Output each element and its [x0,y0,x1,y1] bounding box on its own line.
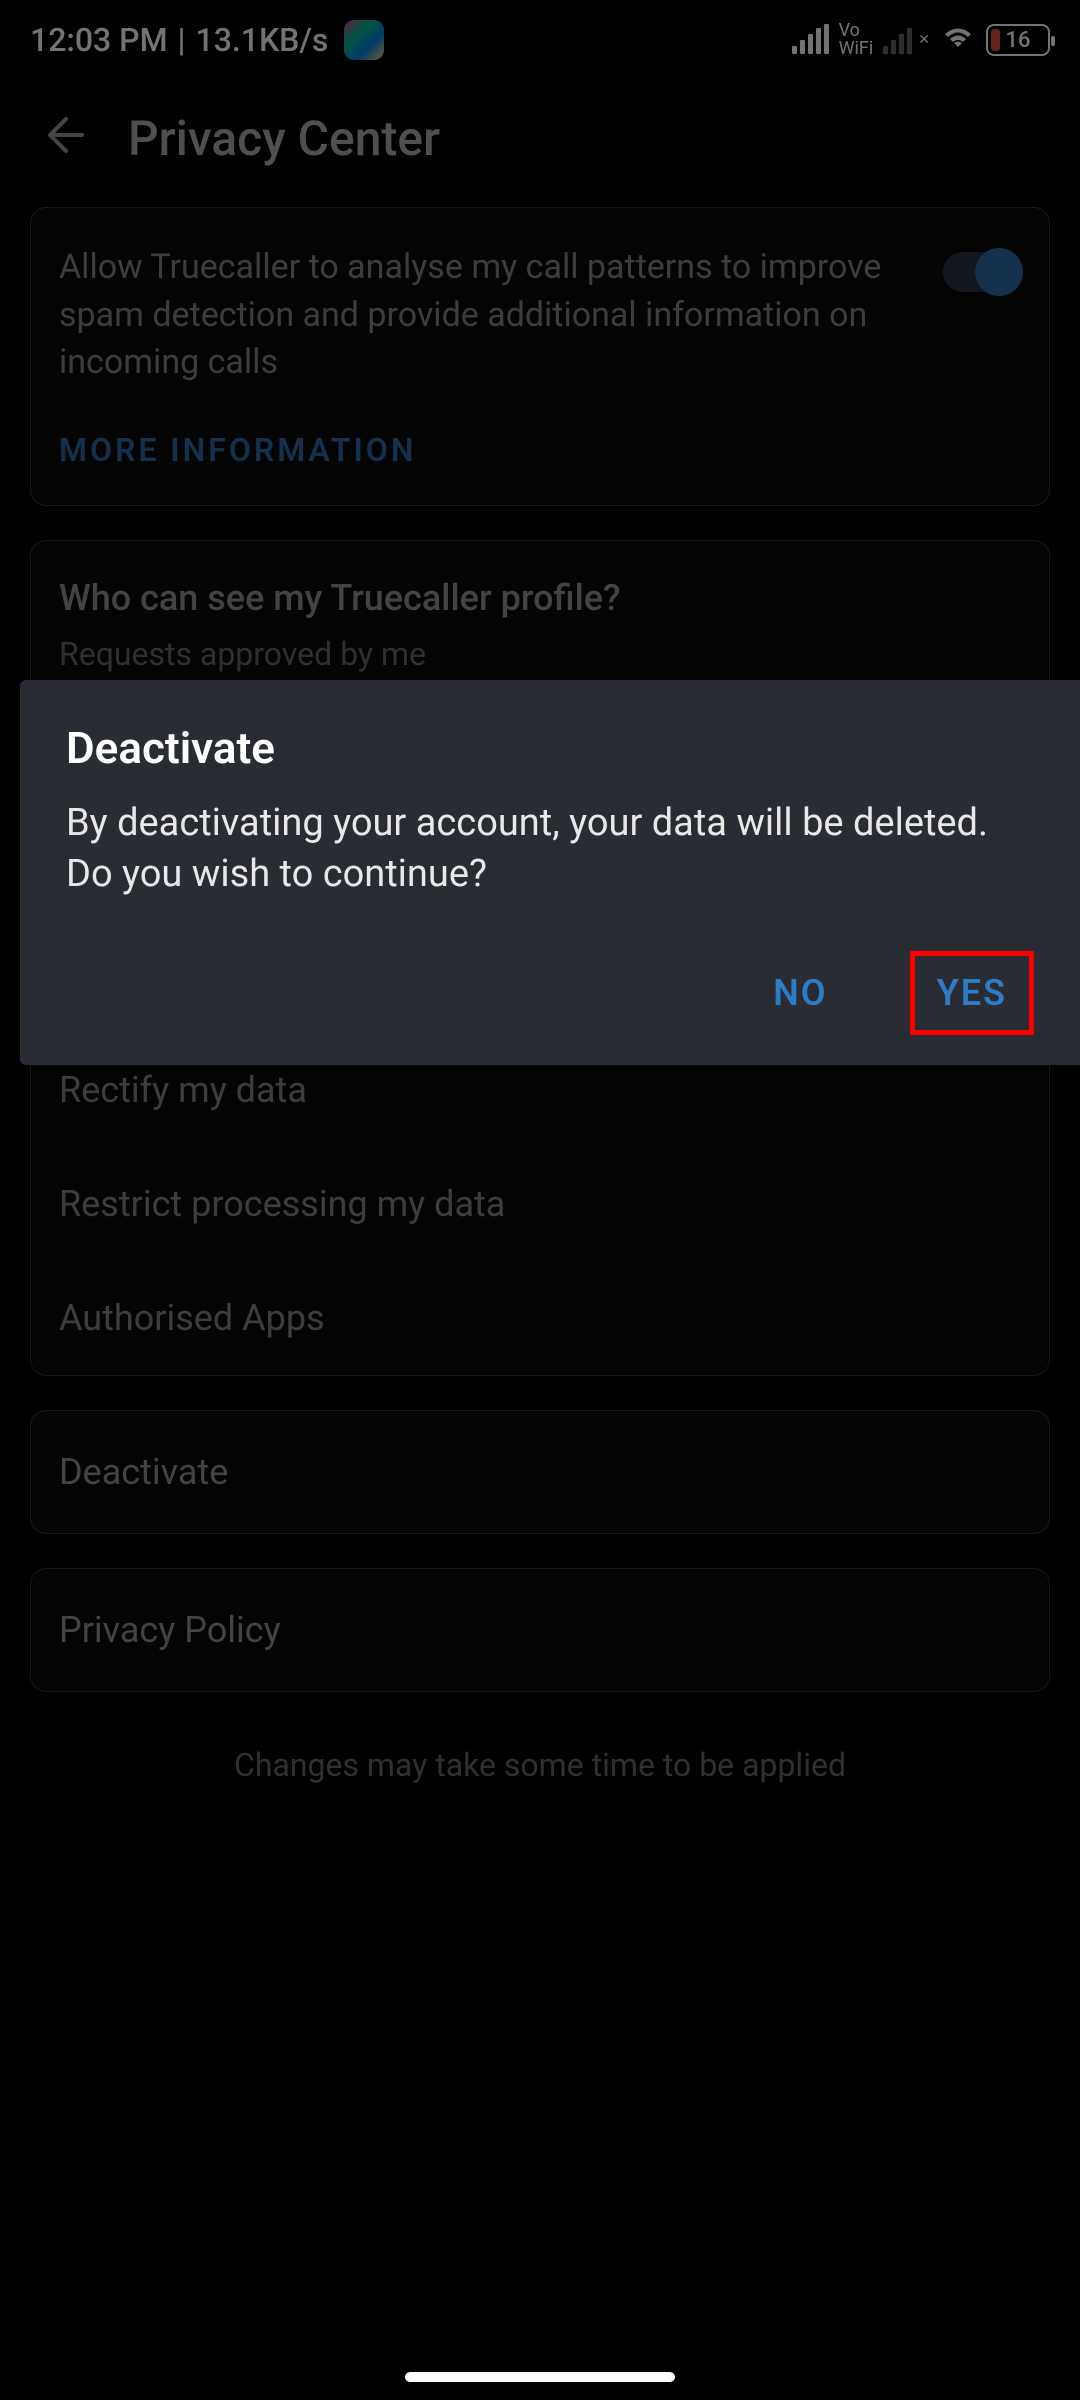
page-title: Privacy Center [128,110,440,167]
wifi-icon [940,21,976,59]
status-network-speed: 13.1KB/s [196,21,329,59]
dialog-actions: NO YES [66,951,1034,1035]
deactivate-button[interactable]: Deactivate [30,1410,1050,1534]
navigation-handle[interactable] [405,2372,675,2382]
battery-icon: 16 [986,24,1050,56]
status-time: 12:03 PM [30,21,168,59]
analyse-toggle[interactable] [943,252,1021,292]
signal-secondary-icon [883,26,912,54]
dialog-yes-button[interactable]: YES [910,951,1034,1035]
signal-disabled-icon: ✕ [918,32,930,48]
app-icon [344,20,384,60]
more-information-link[interactable]: MORE INFORMATION [59,431,1021,469]
status-left: 12:03 PM | 13.1KB/s [30,20,384,60]
profile-visibility-subtitle: Requests approved by me [59,635,1021,673]
footer-note: Changes may take some time to be applied [30,1726,1050,1824]
card-analyse: Allow Truecaller to analyse my call patt… [30,207,1050,506]
vowifi-bottom: WiFi [839,40,874,58]
deactivate-dialog: Deactivate By deactivating your account,… [20,680,1080,1065]
list-item-restrict[interactable]: Restrict processing my data [31,1147,1049,1261]
dialog-body: By deactivating your account, your data … [66,798,1034,901]
back-icon[interactable] [40,111,88,167]
status-separator: | [178,21,186,59]
battery-pct: 16 [988,28,1048,53]
dialog-no-button[interactable]: NO [747,952,853,1034]
list-item-authorised-apps[interactable]: Authorised Apps [31,1261,1049,1375]
privacy-policy-button[interactable]: Privacy Policy [30,1568,1050,1692]
profile-visibility-title: Who can see my Truecaller profile? [59,577,1021,619]
vowifi-icon: Vo WiFi [839,22,874,58]
dialog-title: Deactivate [66,722,1034,774]
header: Privacy Center [0,80,1080,207]
status-right: Vo WiFi ✕ 16 [792,21,1050,59]
analyse-text: Allow Truecaller to analyse my call patt… [59,244,919,387]
signal-icon [792,26,829,54]
status-bar: 12:03 PM | 13.1KB/s Vo WiFi ✕ 16 [0,0,1080,80]
